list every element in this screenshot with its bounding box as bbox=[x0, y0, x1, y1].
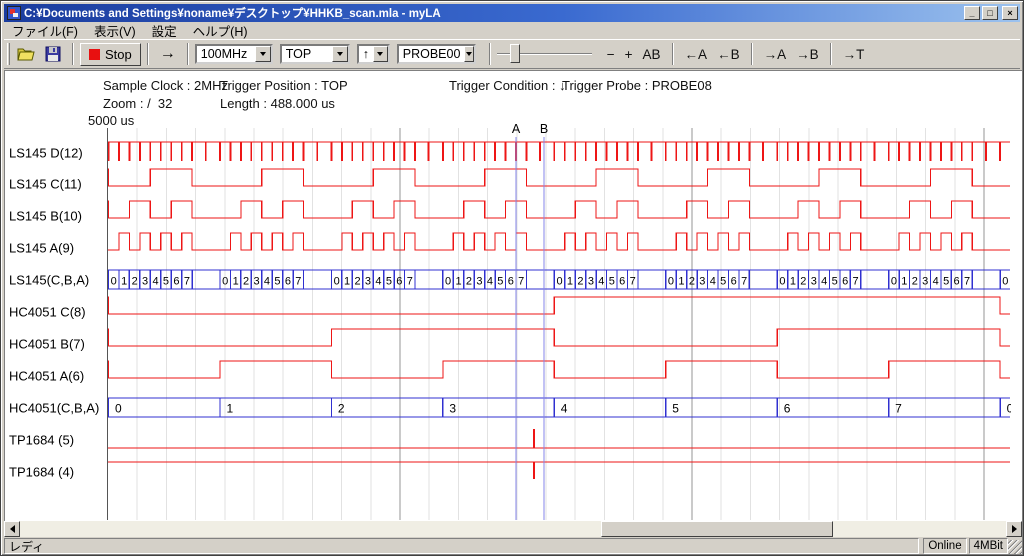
move-a-right-button[interactable]: →A bbox=[759, 45, 792, 64]
toolbar-separator bbox=[147, 43, 149, 65]
trigger-position-value: TOP bbox=[282, 47, 332, 61]
minimize-button[interactable]: _ bbox=[964, 6, 980, 20]
menu-file[interactable]: ファイル(F) bbox=[4, 20, 86, 41]
move-b-left-button[interactable]: ←B bbox=[712, 45, 745, 64]
app-window: C:¥Documents and Settings¥noname¥デスクトップ¥… bbox=[0, 0, 1024, 556]
zoom-in-button[interactable]: + bbox=[620, 45, 638, 64]
status-online: Online bbox=[923, 538, 966, 554]
menu-view[interactable]: 表示(V) bbox=[86, 20, 144, 41]
app-icon bbox=[7, 6, 21, 20]
toolbar-separator bbox=[672, 43, 674, 65]
toolbar-separator bbox=[751, 43, 753, 65]
menu-bar: ファイル(F) 表示(V) 設定 ヘルプ(H) bbox=[4, 22, 1020, 39]
zoom-text: Zoom : / 32 bbox=[103, 96, 172, 111]
toolbar-separator bbox=[72, 43, 74, 65]
open-folder-icon bbox=[17, 46, 37, 62]
menu-settings[interactable]: 設定 bbox=[144, 20, 185, 41]
move-a-left-button[interactable]: ←A bbox=[680, 45, 713, 64]
toolbar-separator bbox=[830, 43, 832, 65]
zoom-slider-thumb[interactable] bbox=[510, 44, 520, 63]
scroll-left-button[interactable] bbox=[4, 521, 20, 537]
scrollbar-thumb[interactable] bbox=[601, 521, 833, 537]
chevron-down-icon[interactable] bbox=[373, 46, 388, 62]
toolbar-separator bbox=[187, 43, 189, 65]
sample-clock-text: Sample Clock : 2MHz bbox=[103, 78, 228, 93]
trigger-probe-value: PROBE00 bbox=[399, 47, 465, 61]
ab-cursors-button[interactable]: AB bbox=[638, 45, 666, 64]
scroll-right-button[interactable] bbox=[1006, 521, 1022, 537]
open-file-button[interactable] bbox=[14, 42, 40, 66]
trigger-edge-value: ↑ bbox=[359, 47, 373, 61]
status-memory: 4MBit bbox=[969, 538, 1008, 554]
floppy-disk-icon bbox=[45, 46, 61, 62]
window-title: C:¥Documents and Settings¥noname¥デスクトップ¥… bbox=[24, 5, 962, 21]
length-text: Length : 488.000 us bbox=[220, 96, 335, 111]
save-button[interactable] bbox=[40, 42, 66, 66]
trigger-position-text: Trigger Position : TOP bbox=[220, 78, 348, 93]
toolbar: Stop → 100MHz TOP ↑ PROBE00 − + AB ←A bbox=[4, 39, 1020, 69]
menu-help[interactable]: ヘルプ(H) bbox=[185, 20, 256, 41]
stop-button[interactable]: Stop bbox=[80, 43, 141, 66]
stop-icon bbox=[89, 49, 100, 60]
move-b-right-button[interactable]: →B bbox=[791, 45, 824, 64]
close-button[interactable]: × bbox=[1002, 6, 1018, 20]
maximize-button[interactable]: □ bbox=[982, 6, 998, 20]
trigger-probe-text: Trigger Probe : PROBE08 bbox=[562, 78, 712, 93]
triangle-right-icon bbox=[1012, 525, 1017, 533]
trigger-edge-select[interactable]: ↑ bbox=[357, 44, 390, 64]
zoom-out-button[interactable]: − bbox=[602, 45, 620, 64]
stop-label: Stop bbox=[105, 47, 132, 62]
clock-select[interactable]: 100MHz bbox=[195, 44, 273, 64]
status-message: レディ bbox=[4, 538, 919, 554]
waveform-client-area: Sample Clock : 2MHz Trigger Position : T… bbox=[4, 70, 1022, 521]
chevron-down-icon[interactable] bbox=[255, 46, 271, 62]
time-scale-label: 5000 us bbox=[88, 113, 134, 128]
run-button[interactable]: → bbox=[155, 42, 181, 66]
resize-grip-icon[interactable] bbox=[1008, 540, 1022, 554]
toolbar-grip[interactable] bbox=[7, 43, 10, 65]
toolbar-separator bbox=[489, 43, 491, 65]
trigger-probe-select[interactable]: PROBE00 bbox=[397, 44, 476, 64]
status-bar: レディ Online 4MBit bbox=[4, 538, 1022, 554]
goto-trigger-button[interactable]: →T bbox=[838, 45, 870, 64]
clock-value: 100MHz bbox=[197, 47, 255, 61]
trigger-condition-text: Trigger Condition : ↓ bbox=[449, 78, 566, 93]
triangle-left-icon bbox=[10, 525, 15, 533]
trigger-position-select[interactable]: TOP bbox=[280, 44, 350, 64]
zoom-slider[interactable] bbox=[497, 43, 592, 65]
horizontal-scrollbar[interactable] bbox=[4, 521, 1022, 537]
chevron-down-icon[interactable] bbox=[332, 46, 348, 62]
chevron-down-icon[interactable] bbox=[464, 46, 473, 62]
